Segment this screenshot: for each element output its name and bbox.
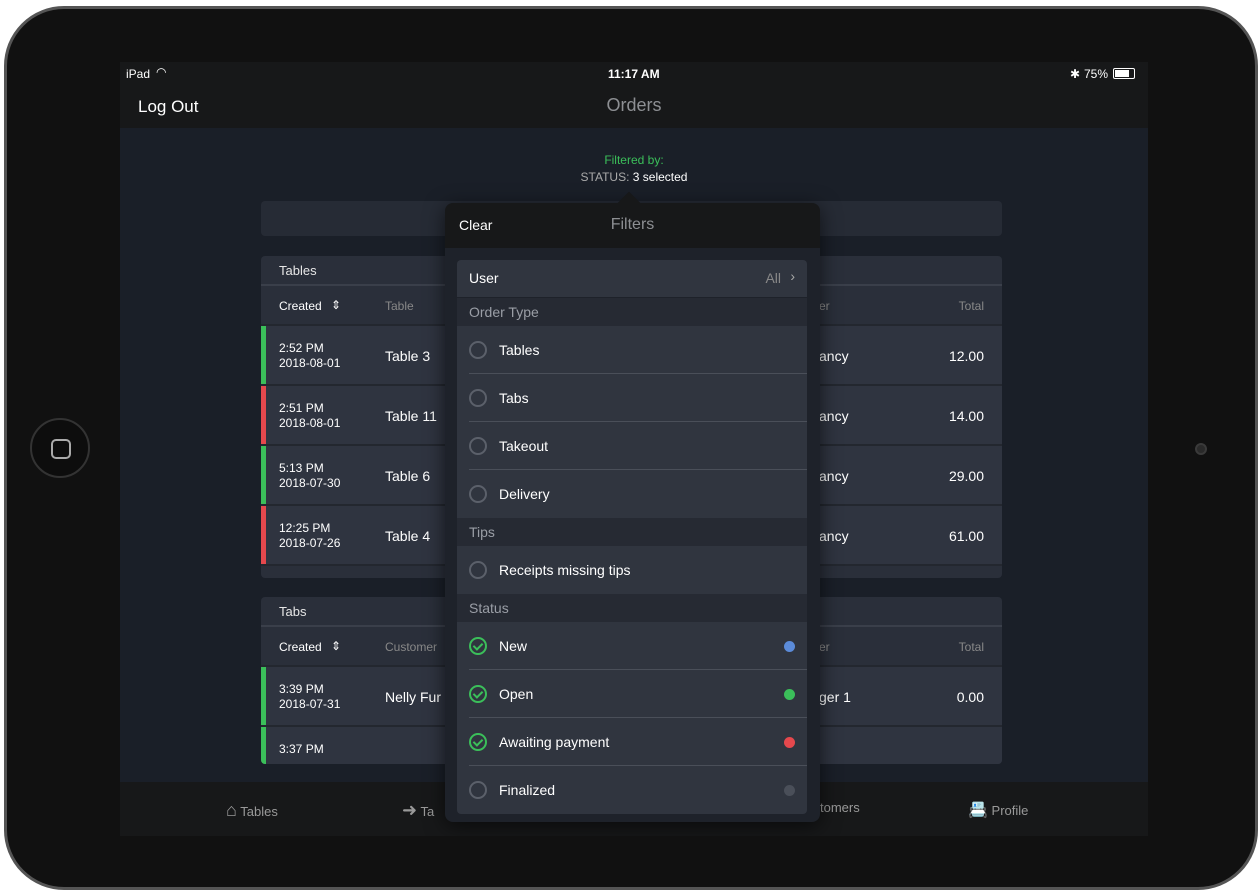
home-square-icon (51, 439, 71, 459)
user-cell: ancy (819, 528, 849, 544)
radio-circle-icon[interactable] (469, 341, 487, 359)
total-cell: 12.00 (948, 348, 984, 364)
user-cell: ancy (819, 348, 849, 364)
filter-value: 3 selected (632, 170, 688, 184)
user-label: User (469, 270, 499, 286)
tab-tabs[interactable]: ➜ Ta (402, 800, 434, 821)
camera-icon (1195, 443, 1207, 455)
page-title: Orders (606, 95, 662, 115)
radio-circle-icon[interactable] (469, 485, 487, 503)
filter-option[interactable]: Tables (457, 326, 807, 374)
checked-circle-icon[interactable] (469, 637, 487, 655)
popover-title: Filters (610, 216, 655, 233)
status-bar-indicator (261, 667, 266, 725)
created-cell: 3:39 PM 2018-07-31 (279, 682, 341, 711)
battery-icon (1113, 68, 1135, 79)
created-cell: 5:13 PM 2018-07-30 (279, 461, 341, 490)
filter-option[interactable]: New (457, 622, 807, 670)
tables-icon: ⌂ (226, 800, 237, 820)
clock: 11:17 AM (608, 67, 660, 81)
home-button[interactable] (30, 418, 90, 478)
filter-option[interactable]: Awaiting payment (457, 718, 807, 766)
filtered-by-label: Filtered by: (604, 153, 664, 167)
filter-summary[interactable]: Filtered by: STATUS: 3 selected (120, 152, 1148, 186)
col-user[interactable]: er (819, 640, 830, 654)
checked-circle-icon[interactable] (469, 685, 487, 703)
status-color-dot (784, 785, 795, 796)
user-value: All (765, 270, 781, 286)
col-table[interactable]: Table (385, 299, 414, 313)
col-total[interactable]: Total (959, 640, 984, 654)
radio-circle-icon[interactable] (469, 561, 487, 579)
radio-circle-icon[interactable] (469, 389, 487, 407)
status-color-dot (784, 689, 795, 700)
wifi-icon: ◠ (156, 65, 167, 79)
checked-circle-icon[interactable] (469, 733, 487, 751)
filter-option[interactable]: Tabs (457, 374, 807, 422)
tab-tables[interactable]: ⌂ Tables (226, 800, 278, 821)
status-bar-indicator (261, 446, 266, 504)
col-created[interactable]: Created (279, 640, 322, 654)
popover-header: Clear Filters (445, 203, 820, 248)
profile-card-icon: 📇 (968, 802, 988, 819)
created-cell: 2:52 PM 2018-08-01 (279, 341, 341, 370)
sort-icon: ⇕ (331, 639, 342, 653)
filter-key: STATUS: (580, 170, 630, 184)
col-customer[interactable]: Customer (385, 640, 437, 654)
filter-option[interactable]: Finalized (457, 766, 807, 814)
table-cell: Table 11 (385, 408, 437, 424)
arrow-circle-icon: ➜ (402, 800, 418, 820)
table-cell: Table 4 (385, 528, 431, 544)
status-bar-indicator (261, 386, 266, 444)
section-header-status: Status (457, 594, 807, 622)
filter-option[interactable]: Delivery (457, 470, 807, 518)
status-bar-indicator (261, 506, 266, 564)
user-cell: ger 1 (819, 689, 851, 705)
tab-profile[interactable]: 📇 Profile (968, 800, 1028, 820)
chevron-right-icon: › (790, 268, 795, 284)
col-user[interactable]: er (819, 299, 830, 313)
created-cell: 12:25 PM 2018-07-26 (279, 521, 341, 550)
table-cell: Table 3 (385, 348, 431, 364)
table-cell: Table 6 (385, 468, 431, 484)
tab-customers[interactable]: tomers (820, 800, 860, 815)
created-cell: 2:51 PM 2018-08-01 (279, 401, 341, 430)
filter-option[interactable]: Receipts missing tips (457, 546, 807, 594)
total-cell: 29.00 (948, 468, 984, 484)
total-cell: 0.00 (956, 689, 984, 705)
screen: iPad ◠ 11:17 AM ✱ 75% Log Out Orders Fil… (120, 62, 1148, 836)
sort-icon: ⇕ (331, 298, 342, 312)
status-bar-indicator (261, 326, 266, 384)
user-cell: ancy (819, 408, 849, 424)
section-header-tips: Tips (457, 518, 807, 546)
radio-circle-icon[interactable] (469, 781, 487, 799)
created-cell: 3:37 PM (279, 742, 324, 756)
nav-bar: Log Out Orders (120, 86, 1148, 128)
total-cell: 14.00 (948, 408, 984, 424)
filter-option[interactable]: Takeout (457, 422, 807, 470)
radio-circle-icon[interactable] (469, 437, 487, 455)
col-total[interactable]: Total (959, 299, 984, 313)
user-row[interactable]: User All › (457, 260, 807, 297)
status-color-dot (784, 737, 795, 748)
col-created[interactable]: Created (279, 299, 322, 313)
customer-cell: Nelly Fur (385, 689, 442, 705)
device-label: iPad (126, 67, 151, 81)
filters-popover: Clear Filters User All › Order Type Tabl… (445, 191, 820, 822)
status-color-dot (784, 641, 795, 652)
battery-percent: 75% (1084, 67, 1109, 81)
status-bar: iPad ◠ 11:17 AM ✱ 75% (120, 62, 1148, 86)
bluetooth-icon: ✱ (1070, 67, 1081, 81)
user-cell: ancy (819, 468, 849, 484)
filter-option[interactable]: Open (457, 670, 807, 718)
status-bar-indicator (261, 727, 266, 764)
total-cell: 61.00 (948, 528, 984, 544)
section-header-order_type: Order Type (457, 298, 807, 326)
